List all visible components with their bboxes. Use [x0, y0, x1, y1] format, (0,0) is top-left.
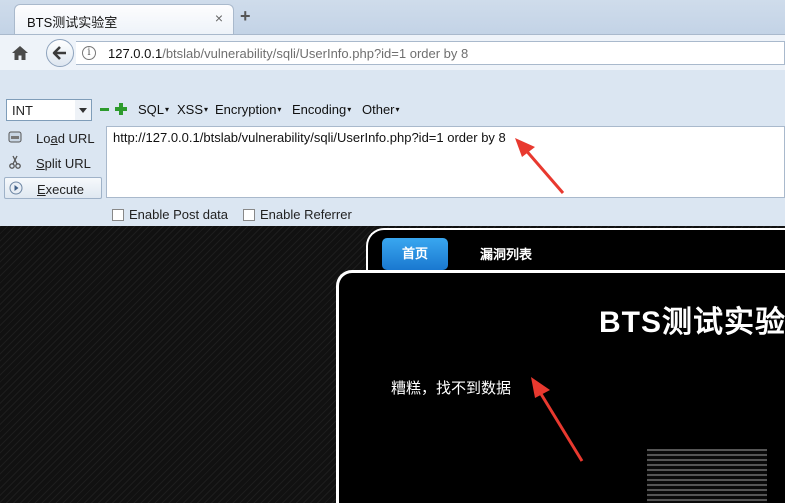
toolbar-area — [0, 70, 785, 94]
site-nav: 首页 漏洞列表 — [366, 228, 785, 272]
enable-post-checkbox[interactable]: Enable Post data — [112, 207, 228, 222]
split-url-button[interactable]: Split URL — [4, 152, 102, 174]
url-text: 127.0.0.1/btslab/vulnerability/sqli/User… — [108, 46, 469, 61]
hackbar-url-textarea[interactable]: http://127.0.0.1/btslab/vulnerability/sq… — [106, 126, 785, 198]
address-bar[interactable]: i 127.0.0.1/btslab/vulnerability/sqli/Us… — [76, 41, 785, 65]
browser-tab[interactable]: BTS测试实验室 × — [14, 4, 234, 34]
plus-icon[interactable] — [115, 103, 127, 115]
play-icon — [9, 181, 23, 195]
enable-referrer-checkbox[interactable]: Enable Referrer — [243, 207, 352, 222]
menu-encryption[interactable]: Encryption▾ — [215, 102, 281, 117]
menu-sql[interactable]: SQL▾ — [138, 102, 169, 117]
tab-strip: BTS测试实验室 × + — [0, 0, 785, 34]
tab-title: BTS测试实验室 — [27, 15, 118, 30]
menu-other[interactable]: Other▾ — [362, 102, 400, 117]
new-tab-button[interactable]: + — [240, 6, 251, 27]
info-icon[interactable]: i — [82, 46, 96, 60]
nav-home-button[interactable]: 首页 — [382, 238, 448, 270]
hackbar-panel: INT SQL▾ XSS▾ Encryption▾ Encoding▾ Othe… — [0, 94, 785, 226]
content-panel: BTS测试实验 糟糕，找不到数据 — [336, 270, 785, 503]
error-message: 糟糕，找不到数据 — [391, 380, 512, 397]
close-tab-icon[interactable]: × — [215, 10, 223, 26]
execute-button[interactable]: Execute — [4, 177, 102, 199]
menu-xss[interactable]: XSS▾ — [177, 102, 208, 117]
load-url-icon — [8, 131, 22, 143]
chevron-down-icon — [75, 100, 91, 120]
navigation-bar: i 127.0.0.1/btslab/vulnerability/sqli/Us… — [0, 34, 785, 70]
minus-icon[interactable] — [100, 108, 109, 111]
menu-encoding[interactable]: Encoding▾ — [292, 102, 351, 117]
type-select-value: INT — [12, 103, 33, 118]
scissors-icon — [9, 155, 21, 169]
type-select[interactable]: INT — [6, 99, 92, 121]
back-button[interactable] — [46, 39, 74, 67]
web-page: 首页 漏洞列表 BTS测试实验 糟糕，找不到数据 — [0, 226, 785, 503]
load-url-button[interactable]: Load URL — [4, 127, 102, 149]
home-icon[interactable] — [10, 43, 30, 63]
page-title: BTS测试实验 — [599, 306, 785, 339]
nav-vuln-list-link[interactable]: 漏洞列表 — [480, 244, 532, 263]
decorative-stripes — [647, 449, 767, 503]
back-arrow-icon — [52, 46, 66, 60]
